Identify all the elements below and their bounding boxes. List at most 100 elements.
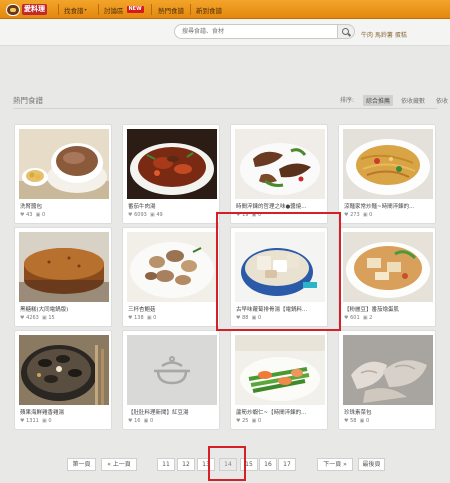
photos-count: 0 (369, 212, 373, 218)
logo-text: 愛料理 (22, 4, 47, 15)
next-page-button[interactable]: 下一頁 » (317, 458, 353, 471)
heart-icon: ♥ (20, 418, 25, 424)
nav-label: 熱門食譜 (158, 6, 184, 15)
site-logo[interactable]: 愛料理 (6, 3, 47, 16)
highlight-box-current-page (208, 446, 246, 481)
page-button[interactable]: 11 (157, 458, 175, 471)
sort-option-favorites[interactable]: 依收藏數 (398, 95, 428, 106)
page-button[interactable]: 16 (259, 458, 277, 471)
nav-item-forum[interactable]: 討論區 NEW (104, 0, 144, 19)
recipe-stats: ♥ 4263 ▣ 15 (20, 315, 55, 321)
heart-icon: ♥ (128, 212, 133, 218)
heart-icon: ♥ (128, 418, 133, 424)
chevron-down-icon: ▾ (84, 7, 87, 12)
recipe-stats: ♥ 43 ▣ 0 (20, 212, 45, 218)
recipe-card[interactable]: 【肚肚料理新聞】紅豆湯 ♥ 16 ▣ 0 (122, 330, 220, 430)
likes-count: 4263 (26, 315, 39, 321)
recipe-title[interactable]: 珍珠素菜包 (344, 408, 432, 416)
camera-icon: ▣ (42, 315, 47, 321)
recipe-title[interactable]: 蘋果海鮮雞香雞湯 (20, 408, 108, 416)
heart-icon: ♥ (20, 212, 25, 218)
camera-icon: ▣ (150, 212, 155, 218)
recipe-stats: ♥ 1311 ▣ 0 (20, 418, 52, 424)
recipe-card[interactable]: 番茄牛肉湯 ♥ 6093 ▣ 49 (122, 124, 220, 224)
recipe-stats: ♥ 601 ▣ 2 (344, 315, 372, 321)
new-badge: NEW (126, 6, 144, 13)
last-page-button[interactable]: 最後頁 (358, 458, 385, 471)
first-page-button[interactable]: 第一頁 (67, 458, 96, 471)
photos-count: 15 (48, 315, 55, 321)
photos-count: 0 (149, 418, 154, 424)
likes-count: 138 (134, 315, 144, 321)
recipe-title[interactable]: 洗腎醬包 (20, 202, 108, 210)
page-button[interactable]: 17 (278, 458, 296, 471)
recipe-card[interactable]: 【粉麗豆】番茄燴蛋肌 ♥ 601 ▣ 2 (338, 227, 436, 327)
recipe-title[interactable]: 【肚肚料理新聞】紅豆湯 (128, 408, 216, 416)
search-input[interactable] (174, 24, 338, 39)
recipe-title[interactable]: 番茄牛肉湯 (128, 202, 216, 210)
recipe-stats: ♥ 138 ▣ 0 (128, 315, 156, 321)
sort-label: 排序: (340, 97, 355, 104)
heart-icon: ♥ (344, 315, 349, 321)
sort-option-favorites-2[interactable]: 依收藏數 (433, 95, 448, 106)
photos-count: 0 (257, 418, 262, 424)
recipe-photo (235, 129, 325, 199)
hot-keywords[interactable]: 牛肉 馬鈴薯 蛋糕 (361, 30, 407, 39)
recipe-card[interactable]: 洗腎醬包 ♥ 43 ▣ 0 (14, 124, 112, 224)
recipe-title[interactable]: 時間淬鍊的哲理之味●醬燒... (236, 202, 324, 210)
likes-count: 43 (26, 212, 33, 218)
likes-count: 601 (350, 315, 360, 321)
nav-label: 新到食譜 (196, 6, 222, 15)
heart-icon: ♥ (344, 418, 349, 424)
highlight-box-recipe (216, 212, 341, 331)
nav-item-hot-recipes[interactable]: 熱門食譜 (158, 0, 184, 19)
recipe-photo (235, 335, 325, 405)
recipe-title[interactable]: 【粉麗豆】番茄燴蛋肌 (344, 305, 432, 313)
heart-icon: ♥ (344, 212, 349, 218)
camera-icon: ▣ (42, 418, 47, 424)
photos-count: 0 (48, 418, 52, 424)
nav-item-new-recipes[interactable]: 新到食譜 (196, 0, 222, 19)
nav-divider (58, 4, 59, 15)
search-button[interactable] (338, 24, 355, 39)
recipe-title[interactable]: 黑糖糕(大同電鍋版) (20, 305, 108, 313)
camera-icon: ▣ (359, 418, 365, 424)
recipe-card[interactable]: 涼麵家常炒麵~時間淬鍊的... ♥ 273 ▣ 0 (338, 124, 436, 224)
recipe-photo (127, 335, 217, 405)
search-icon-handle (347, 33, 352, 37)
nav-divider (98, 4, 99, 15)
search-bar: 牛肉 馬鈴薯 蛋糕 (0, 19, 450, 46)
recipe-title[interactable]: 涼麵家常炒麵~時間淬鍊的... (344, 202, 432, 210)
recipe-card[interactable]: 時間淬鍊的哲理之味●醬燒... ♥ 19 ▣ 0 (230, 124, 328, 224)
likes-count: 16 (134, 418, 141, 424)
likes-count: 273 (350, 212, 360, 218)
page-button[interactable]: 12 (177, 458, 195, 471)
recipe-card[interactable]: 黑糖糕(大同電鍋版) ♥ 4263 ▣ 15 (14, 227, 112, 327)
section-divider (13, 108, 437, 109)
recipe-card[interactable]: 蘋果海鮮雞香雞湯 ♥ 1311 ▣ 0 (14, 330, 112, 430)
heart-icon: ♥ (20, 315, 25, 321)
recipe-title[interactable]: 三杯杏鮑菇 (128, 305, 216, 313)
recipe-photo (127, 232, 217, 302)
nav-item-find-recipes[interactable]: 找食譜 ▾ (64, 0, 87, 19)
likes-count: 1311 (26, 418, 39, 424)
camera-icon: ▣ (146, 315, 152, 321)
camera-icon: ▣ (143, 418, 149, 424)
prev-page-button[interactable]: « 上一頁 (101, 458, 137, 471)
recipe-title[interactable]: 蘆筍炒蝦仁~【時間淬鍊的... (236, 408, 324, 416)
recipe-photo (19, 232, 109, 302)
recipe-stats: ♥ 25 ▣ 0 (236, 418, 261, 424)
section-title: 熱門食譜 (13, 96, 43, 105)
recipe-photo (19, 335, 109, 405)
recipe-card[interactable]: 三杯杏鮑菇 ♥ 138 ▣ 0 (122, 227, 220, 327)
recipe-card[interactable]: 珍珠素菜包 ♥ 58 ▣ 0 (338, 330, 436, 430)
recipe-photo (343, 232, 433, 302)
recipe-photo (19, 129, 109, 199)
photos-count: 0 (153, 315, 157, 321)
recipe-card[interactable]: 蘆筍炒蝦仁~【時間淬鍊的... ♥ 25 ▣ 0 (230, 330, 328, 430)
heart-icon: ♥ (236, 418, 241, 424)
recipe-stats: ♥ 6093 ▣ 49 (128, 212, 163, 218)
camera-icon: ▣ (362, 212, 368, 218)
likes-count: 6093 (134, 212, 147, 218)
sort-option-recommended[interactable]: 綜合推薦 (363, 95, 394, 106)
